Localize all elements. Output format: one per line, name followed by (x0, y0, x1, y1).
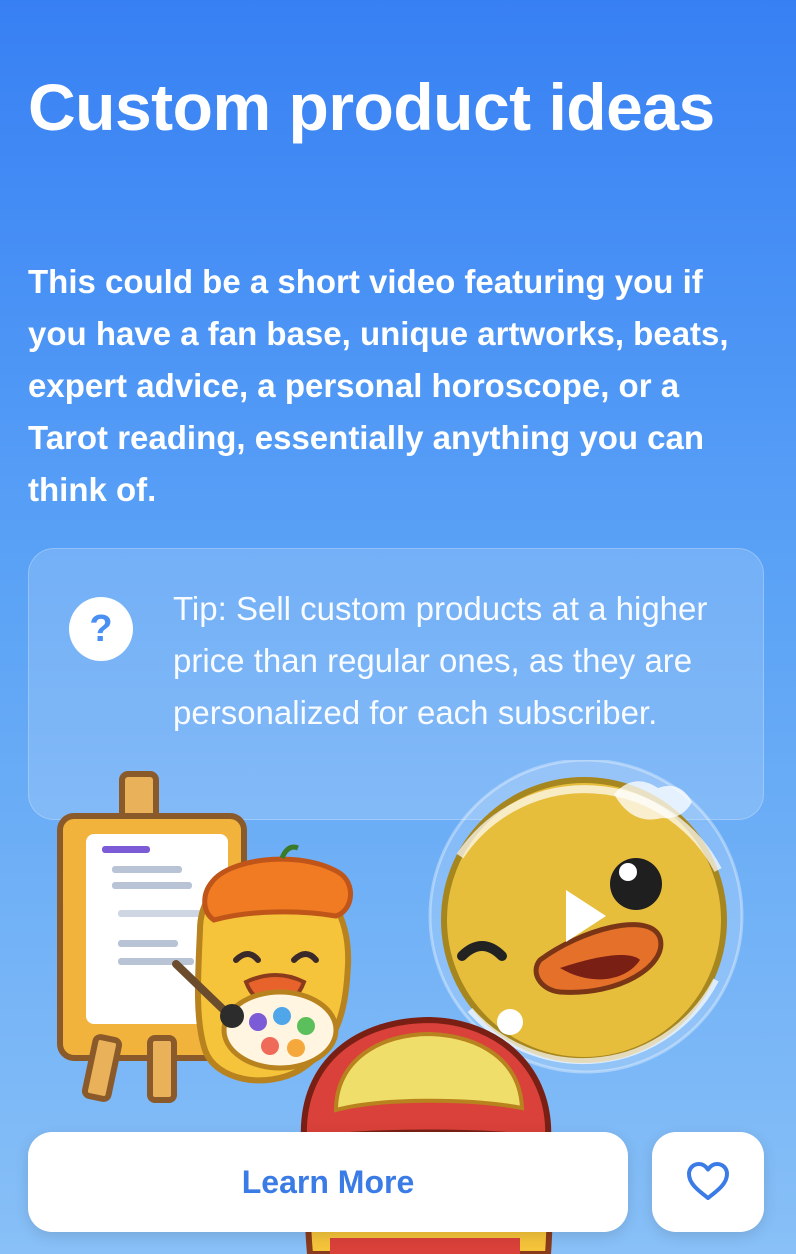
intro-text: This could be a short video featuring yo… (28, 263, 729, 508)
page-title: Custom product ideas (28, 70, 715, 144)
learn-more-button[interactable]: Learn More (28, 1132, 628, 1232)
tip-text: Tip: Sell custom products at a higher pr… (173, 590, 708, 731)
heart-icon (687, 1162, 729, 1200)
question-icon: ? (69, 597, 133, 661)
like-button[interactable] (652, 1132, 764, 1232)
